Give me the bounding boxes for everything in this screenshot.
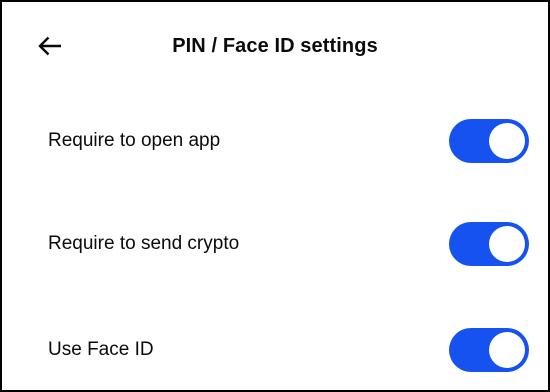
setting-label: Require to open app <box>48 130 221 151</box>
toggle-knob <box>489 123 525 159</box>
header-bar: PIN / Face ID settings <box>2 2 548 90</box>
setting-row-require-send-crypto: Require to send crypto <box>2 214 548 274</box>
settings-screen: PIN / Face ID settings Require to open a… <box>0 0 550 392</box>
setting-label: Use Face ID <box>48 339 154 360</box>
setting-label: Require to send crypto <box>48 233 240 254</box>
setting-row-require-open-app: Require to open app <box>2 111 548 171</box>
setting-row-use-face-id: Use Face ID <box>2 320 548 380</box>
toggle-knob <box>489 226 525 262</box>
use-face-id-toggle[interactable] <box>449 328 529 372</box>
page-title: PIN / Face ID settings <box>172 35 378 57</box>
require-send-crypto-toggle[interactable] <box>449 222 529 266</box>
toggle-knob <box>489 332 525 368</box>
require-open-app-toggle[interactable] <box>449 119 529 163</box>
